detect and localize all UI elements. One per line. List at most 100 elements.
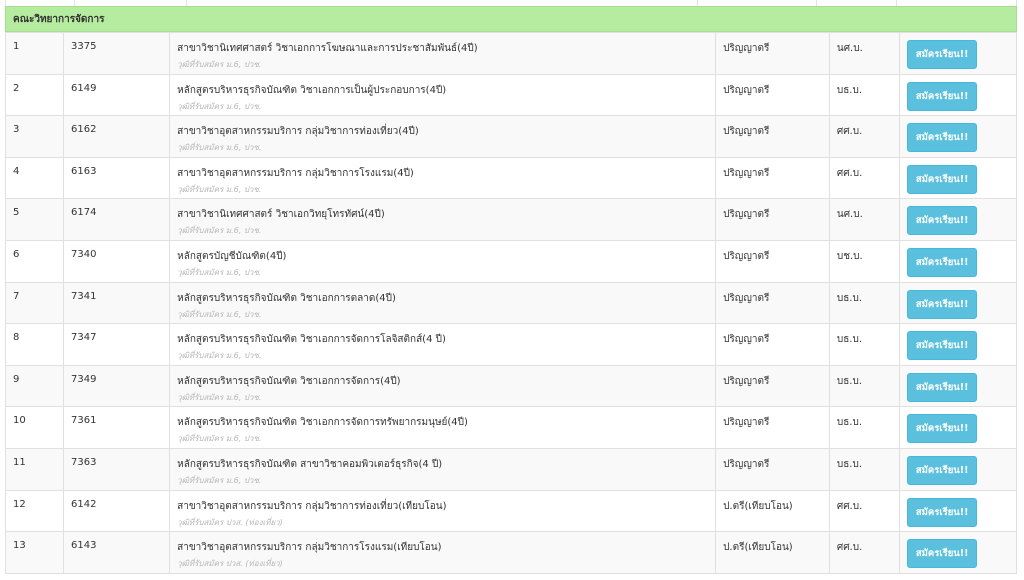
action-cell: สมัครเรียน!! [898,32,1018,75]
program-table: 1 3375 สาขาวิชานิเทศศาสตร์ วิชาเอกการโฆษณา… [5,32,1018,574]
row-number: 3 [5,115,64,158]
apply-button[interactable]: สมัครเรียน!! [906,289,978,319]
table-row: 6 7340 หลักสูตรบัญชีบัณฑิต(4ปี) วุฒิที่รับส… [5,239,1018,283]
degree-abbreviation: ศศ.บ. [828,115,900,158]
program-cell: สาขาวิชาอุตสาหกรรมบริการ กลุ่มวิชาการท่อ… [169,115,717,158]
program-code: 3375 [62,32,171,75]
program-code: 6163 [62,156,171,200]
program-code: 7349 [62,364,171,408]
program-name: หลักสูตรบริหารธุรกิจบัณฑิต สาขาวิชาคอมพิ… [177,458,443,470]
program-cell: สาขาวิชานิเทศศาสตร์ วิชาเอกการโฆษณาและกา… [169,32,717,75]
degree-level: ปริญญาตรี [715,406,830,449]
action-cell: สมัครเรียน!! [898,364,1018,408]
row-number: 11 [5,447,64,491]
program-cell: หลักสูตรบริหารธุรกิจบัณฑิต วิชาเอกการจัด… [169,406,717,449]
row-number: 7 [5,281,64,325]
apply-button[interactable]: สมัครเรียน!! [906,414,978,444]
program-code: 6174 [62,198,171,241]
program-name: สาขาวิชาอุตสาหกรรมบริการ กลุ่มวิชาการท่อ… [177,500,447,512]
program-qualification-note: วุฒิที่รับสมัคร ม.6, ปวช. [177,143,262,153]
degree-abbreviation: ศศ.บ. [828,531,900,574]
program-qualification-note: วุฒิที่รับสมัคร ม.6, ปวช. [177,309,262,319]
apply-button[interactable]: สมัครเรียน!! [906,123,978,153]
table-top-edge [5,0,1017,6]
program-qualification-note: วุฒิที่รับสมัคร ม.6, ปวช. [177,226,262,236]
program-cell: หลักสูตรบริหารธุรกิจบัณฑิต วิชาเอกการตลา… [169,281,717,325]
program-name: สาขาวิชานิเทศศาสตร์ วิชาเอกวิทยุโทรทัศน์… [177,209,385,221]
table-row: 5 6174 สาขาวิชานิเทศศาสตร์ วิชาเอกวิทยุโทร… [5,198,1018,241]
degree-abbreviation: บธ.บ. [828,406,900,449]
table-row: 3 6162 สาขาวิชาอุตสาหกรรมบริการ กลุ่มวิชาก… [5,115,1018,158]
table-row: 1 3375 สาขาวิชานิเทศศาสตร์ วิชาเอกการโฆษณา… [5,32,1018,75]
program-qualification-note: วุฒิที่รับสมัคร ม.6, ปวช. [177,60,262,69]
apply-button[interactable]: สมัครเรียน!! [906,497,978,527]
program-code: 7363 [62,447,171,491]
action-cell: สมัครเรียน!! [898,281,1018,325]
program-cell: หลักสูตรบริหารธุรกิจบัณฑิต วิชาเอกการเป็… [169,73,717,117]
degree-abbreviation: นศ.บ. [828,198,900,241]
apply-button[interactable]: สมัครเรียน!! [906,206,978,236]
table-row: 2 6149 หลักสูตรบริหารธุรกิจบัณฑิต วิชาเอกก… [5,73,1018,117]
degree-level: ปริญญาตรี [715,73,830,117]
action-cell: สมัครเรียน!! [898,447,1018,491]
apply-button[interactable]: สมัครเรียน!! [906,81,978,111]
row-number: 2 [5,73,64,117]
program-cell: สาขาวิชาอุตสาหกรรมบริการ กลุ่มวิชาการท่อ… [169,489,717,533]
action-cell: สมัครเรียน!! [898,239,1018,283]
program-name: สาขาวิชาอุตสาหกรรมบริการ กลุ่มวิชาการโรง… [177,542,442,554]
apply-button[interactable]: สมัครเรียน!! [906,247,978,277]
program-name: หลักสูตรบริหารธุรกิจบัณฑิต วิชาเอกการเป็… [177,84,447,96]
program-name: สาขาวิชาอุตสาหกรรมบริการ กลุ่มวิชาการโรง… [177,167,414,179]
row-number: 5 [5,198,64,241]
table-row: 4 6163 สาขาวิชาอุตสาหกรรมบริการ กลุ่มวิชาก… [5,156,1018,200]
program-code: 7341 [62,281,171,325]
table-row: 11 7363 หลักสูตรบริหารธุรกิจบัณฑิต สาขาวิช… [5,447,1018,491]
faculty-header: คณะวิทยาการจัดการ [5,6,1017,32]
program-qualification-note: วุฒิที่รับสมัคร ปวส. (ท่องเที่ยว) [177,559,283,569]
program-cell: หลักสูตรบัญชีบัณฑิต(4ปี) วุฒิที่รับสมัคร … [169,239,717,283]
degree-level: ป.ตรี(เทียบโอน) [715,531,830,574]
degree-level: ปริญญาตรี [715,323,830,366]
apply-button[interactable]: สมัครเรียน!! [906,164,978,194]
program-code: 6143 [62,531,171,574]
degree-abbreviation: บช.บ. [828,239,900,283]
action-cell: สมัครเรียน!! [898,406,1018,449]
program-name: หลักสูตรบริหารธุรกิจบัณฑิต วิชาเอกการจัด… [177,417,468,429]
row-number: 13 [5,531,64,574]
table-row: 13 6143 สาขาวิชาอุตสาหกรรมบริการ กลุ่มวิชา… [5,531,1018,574]
program-cell: หลักสูตรบริหารธุรกิจบัณฑิต สาขาวิชาคอมพิ… [169,447,717,491]
row-number: 6 [5,239,64,283]
action-cell: สมัครเรียน!! [898,531,1018,574]
program-qualification-note: วุฒิที่รับสมัคร ม.6, ปวช. [177,475,262,485]
action-cell: สมัครเรียน!! [898,489,1018,533]
degree-abbreviation: นศ.บ. [828,32,900,75]
degree-abbreviation: บธ.บ. [828,364,900,408]
apply-button[interactable]: สมัครเรียน!! [906,331,978,361]
degree-level: ปริญญาตรี [715,115,830,158]
degree-abbreviation: บธ.บ. [828,73,900,117]
degree-level: ป.ตรี(เทียบโอน) [715,489,830,533]
program-cell: หลักสูตรบริหารธุรกิจบัณฑิต วิชาเอกการจัด… [169,323,717,366]
apply-button[interactable]: สมัครเรียน!! [906,455,978,485]
program-cell: สาขาวิชาอุตสาหกรรมบริการ กลุ่มวิชาการโรง… [169,156,717,200]
row-number: 1 [5,32,64,75]
degree-abbreviation: ศศ.บ. [828,489,900,533]
row-number: 10 [5,406,64,449]
apply-button[interactable]: สมัครเรียน!! [906,539,978,569]
degree-level: ปริญญาตรี [715,198,830,241]
apply-button[interactable]: สมัครเรียน!! [906,372,978,402]
program-cell: สาขาวิชานิเทศศาสตร์ วิชาเอกวิทยุโทรทัศน์… [169,198,717,241]
apply-button[interactable]: สมัครเรียน!! [906,40,978,69]
degree-abbreviation: บธ.บ. [828,323,900,366]
row-number: 12 [5,489,64,533]
table-row: 9 7349 หลักสูตรบริหารธุรกิจบัณฑิต วิชาเอกก… [5,364,1018,408]
degree-level: ปริญญาตรี [715,156,830,200]
degree-abbreviation: ศศ.บ. [828,156,900,200]
program-cell: หลักสูตรบริหารธุรกิจบัณฑิต วิชาเอกการจัด… [169,364,717,408]
degree-level: ปริญญาตรี [715,364,830,408]
row-number: 9 [5,364,64,408]
table-row: 7 7341 หลักสูตรบริหารธุรกิจบัณฑิต วิชาเอกก… [5,281,1018,325]
degree-level: ปริญญาตรี [715,281,830,325]
degree-level: ปริญญาตรี [715,32,830,75]
row-number: 4 [5,156,64,200]
